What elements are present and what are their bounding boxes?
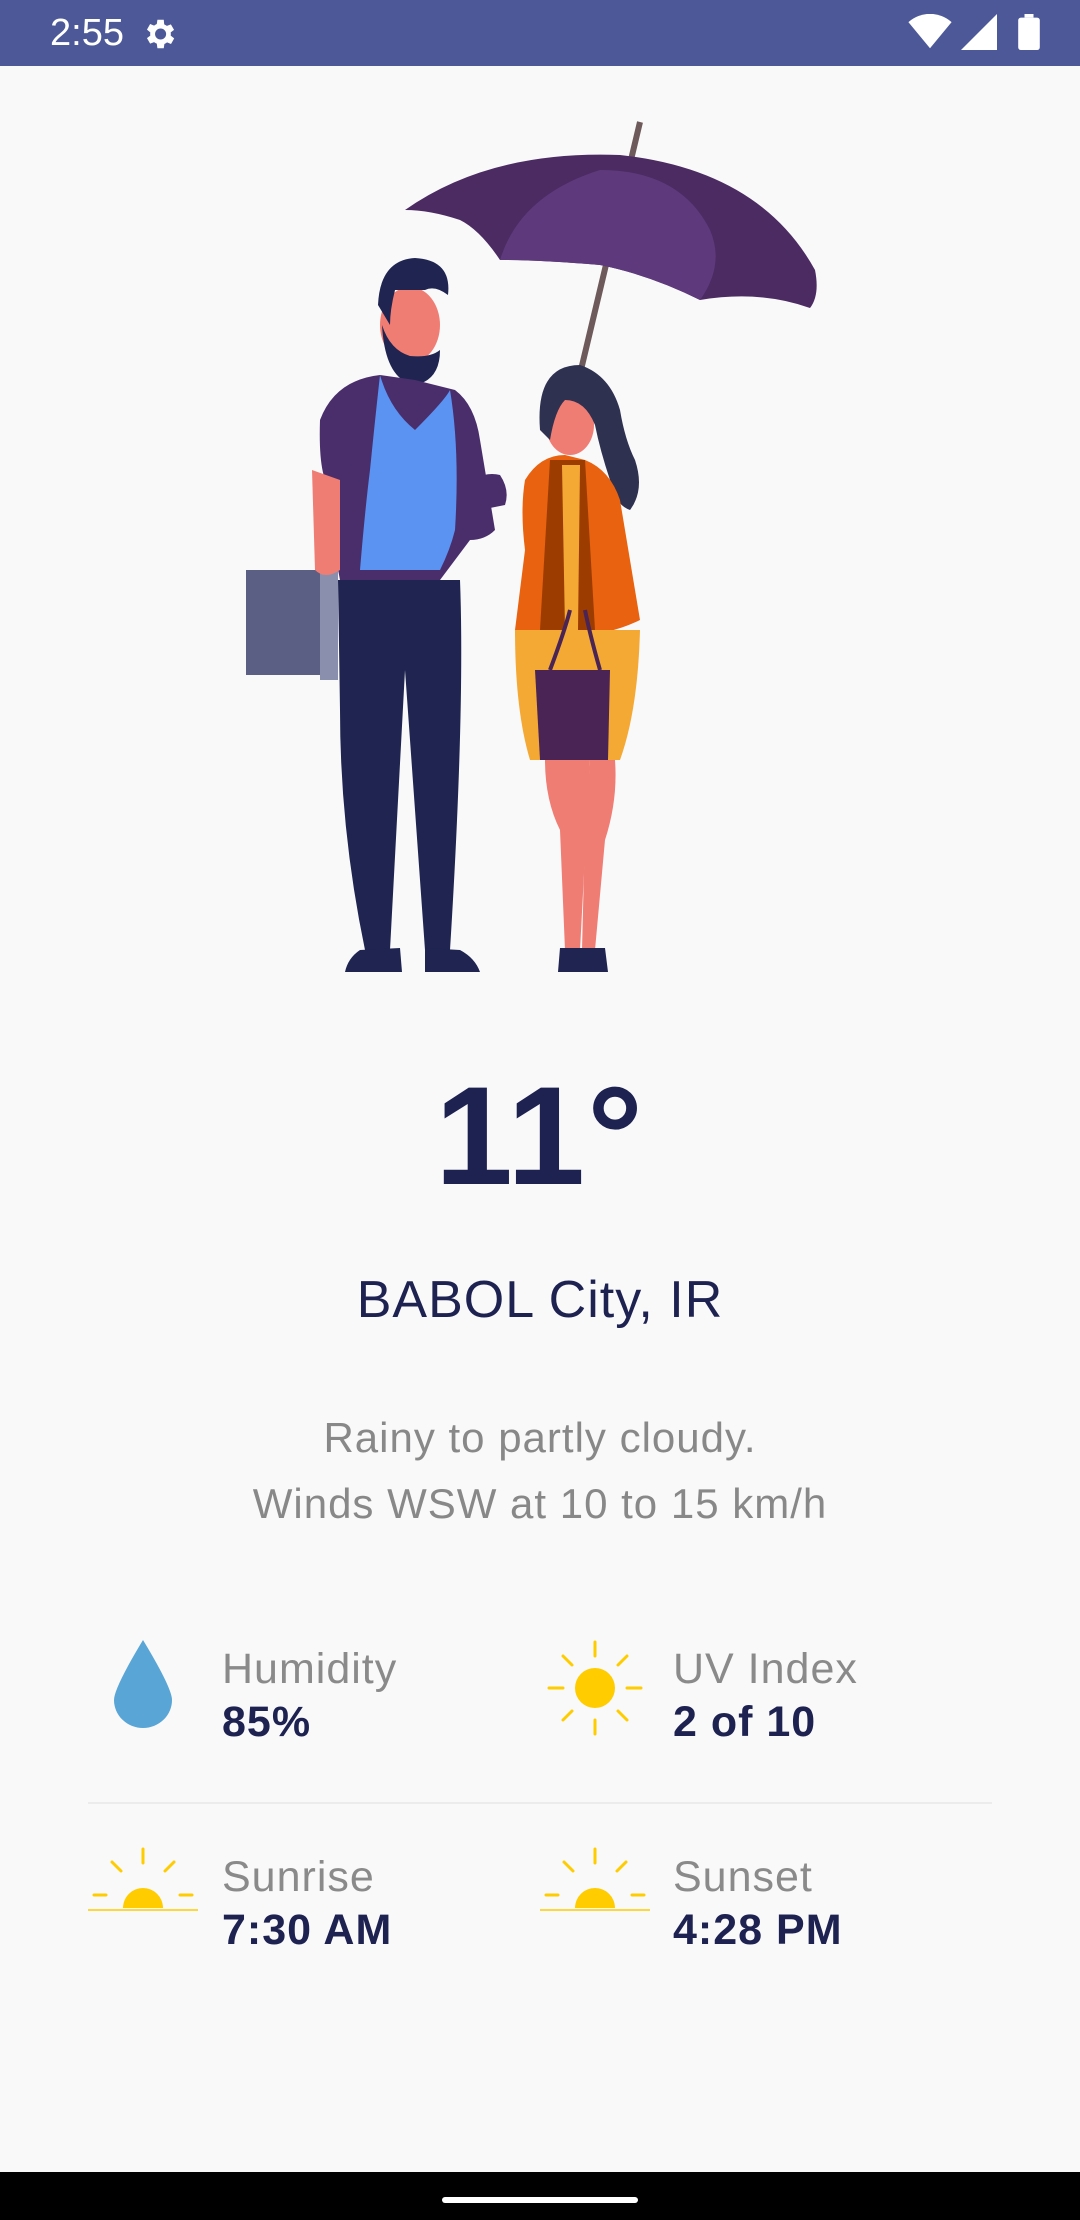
status-time: 2:55 xyxy=(50,12,124,54)
uv-index-stat: UV Index 2 of 10 xyxy=(673,1645,858,1747)
battery-icon xyxy=(1018,14,1040,50)
humidity-stat: Humidity 85% xyxy=(222,1645,397,1747)
wifi-icon xyxy=(908,14,952,49)
sun-icon xyxy=(547,1640,643,1736)
sunset-stat: Sunset 4:28 PM xyxy=(673,1853,843,1955)
cellular-signal-icon xyxy=(961,14,997,50)
humidity-label: Humidity xyxy=(222,1645,398,1693)
uv-index-value: 2 of 10 xyxy=(673,1698,817,1746)
uv-index-label: UV Index xyxy=(673,1645,858,1693)
sunrise-icon xyxy=(88,1847,198,1911)
water-drop-icon xyxy=(114,1640,172,1728)
settings-gear-icon xyxy=(146,19,175,49)
navigation-bar xyxy=(0,2172,1080,2220)
location-name: BABOL City, IR xyxy=(356,1271,724,1329)
sunrise-value: 7:30 AM xyxy=(222,1906,393,1954)
description-line-1: Rainy to partly cloudy. xyxy=(323,1414,757,1461)
stats-divider xyxy=(88,1802,992,1804)
sunrise-stat: Sunrise 7:30 AM xyxy=(222,1853,392,1955)
sunset-value: 4:28 PM xyxy=(673,1906,843,1954)
weather-description: Rainy to partly cloudy. Winds WSW at 10 … xyxy=(0,1405,1080,1537)
home-gesture-handle[interactable] xyxy=(442,2197,638,2203)
sunrise-label: Sunrise xyxy=(222,1853,375,1901)
sunset-label: Sunset xyxy=(673,1853,813,1901)
sunset-icon xyxy=(540,1847,650,1911)
temperature: 11° xyxy=(435,1057,645,1214)
description-line-2: Winds WSW at 10 to 15 km/h xyxy=(252,1480,828,1527)
humidity-value: 85% xyxy=(222,1698,312,1746)
couple-umbrella-illustration xyxy=(246,121,817,972)
status-bar: 2:55 xyxy=(0,0,1080,66)
